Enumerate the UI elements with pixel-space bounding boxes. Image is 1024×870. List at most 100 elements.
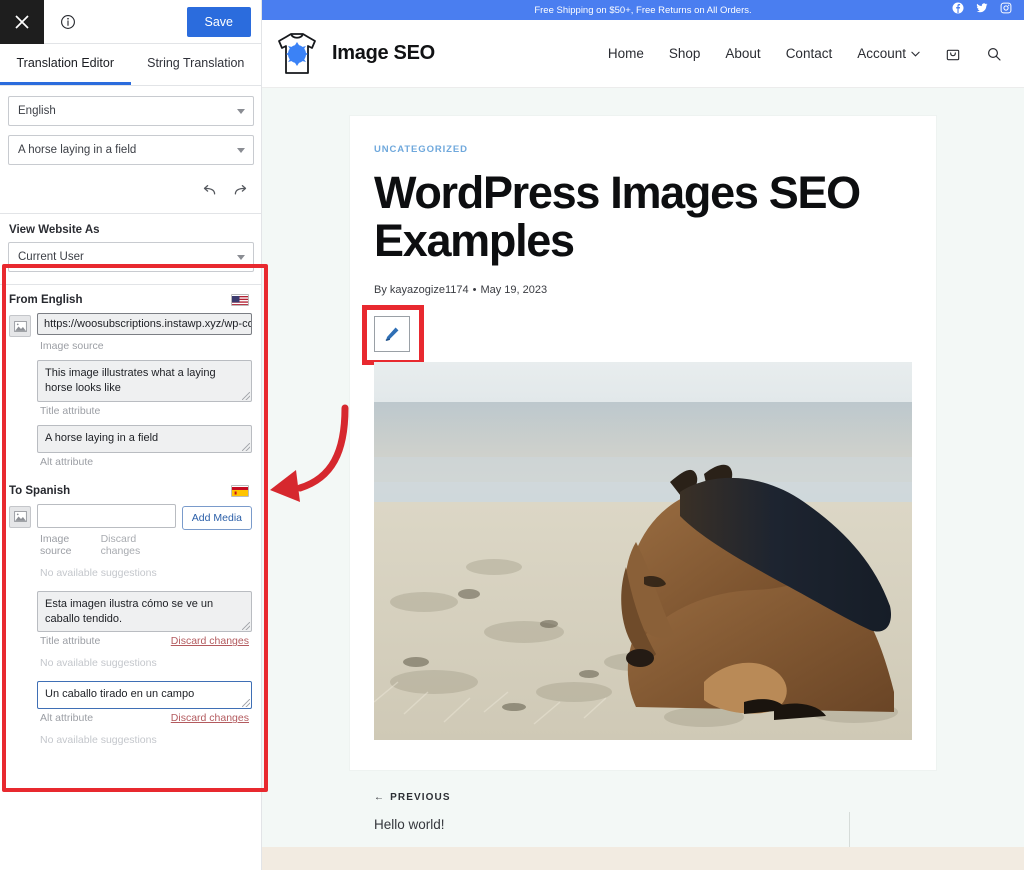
target-language-header: To Spanish — [0, 476, 261, 502]
source-title-attribute-label: Title attribute — [40, 404, 101, 417]
undo-icon[interactable] — [201, 182, 218, 204]
redo-icon[interactable] — [232, 182, 249, 204]
chevron-down-icon — [237, 109, 245, 114]
tab-translation-editor[interactable]: Translation Editor — [0, 44, 131, 85]
facebook-icon[interactable] — [952, 1, 964, 19]
source-language-heading: From English — [9, 294, 83, 306]
target-image-source-meta: Image source Discard changes — [0, 530, 261, 557]
target-alt-attribute-input[interactable]: Un caballo tirado en un campo — [37, 681, 252, 710]
nav-item-shop[interactable]: Shop — [669, 46, 701, 61]
tab-string-translation[interactable]: String Translation — [131, 44, 262, 85]
instagram-icon[interactable] — [1000, 1, 1012, 19]
target-alt-suggestion: No available suggestions — [40, 734, 157, 747]
pencil-edit-icon[interactable] — [374, 316, 410, 353]
byline-separator: • — [472, 284, 477, 297]
social-links — [952, 1, 1012, 19]
chevron-down-icon — [237, 255, 245, 260]
nav-item-home[interactable]: Home — [608, 46, 644, 61]
es-flag-icon — [231, 484, 249, 497]
image-placeholder-icon — [9, 315, 31, 337]
history-controls — [0, 180, 261, 213]
promo-topbar: Free Shipping on $50+, Free Returns on A… — [262, 0, 1024, 20]
previous-post-title[interactable]: Hello world! — [374, 817, 912, 832]
target-alt-row: Un caballo tirado en un campo — [0, 679, 261, 710]
view-website-as-label: View Website As — [9, 224, 100, 236]
previous-label-text: PREVIOUS — [390, 792, 451, 804]
brand-name: Image SEO — [332, 42, 435, 64]
previous-post-label: ← PREVIOUS — [374, 792, 912, 803]
string-select-value: A horse laying in a field — [18, 144, 137, 156]
view-website-as-value: Current User — [18, 251, 84, 263]
target-image-source-row: Add Media — [0, 502, 261, 530]
target-language-block: To Spanish Add Media Image source Discar… — [0, 476, 261, 757]
page-title: WordPress Images SEO Examples — [374, 167, 861, 266]
target-alt-meta: Alt attribute Discard changes — [0, 709, 261, 724]
view-website-as-section: View Website As Current User — [0, 214, 261, 284]
target-title-meta: Title attribute Discard changes — [0, 632, 261, 647]
source-title-attribute-input[interactable]: This image illustrates what a laying hor… — [37, 360, 252, 402]
post-navigation: ← PREVIOUS Hello world! — [350, 792, 936, 855]
post-byline: By kayazogize1174 • May 19, 2023 — [374, 284, 912, 296]
target-title-suggestion: No available suggestions — [40, 657, 157, 670]
edit-image-area — [362, 305, 912, 366]
shopping-bag-icon[interactable] — [945, 46, 961, 62]
target-language-heading: To Spanish — [9, 484, 71, 497]
post-author[interactable]: kayazogize1174 — [390, 284, 469, 296]
nav-item-contact[interactable]: Contact — [786, 46, 833, 61]
target-alt-attribute-label: Alt attribute — [40, 712, 94, 725]
translation-editor-sidebar: Save Translation Editor String Translati… — [0, 0, 268, 870]
sidebar-toolbar: Save — [0, 0, 261, 44]
source-alt-attribute-label: Alt attribute — [40, 455, 94, 468]
target-title-attribute-label: Title attribute — [40, 635, 101, 648]
source-image-source-input[interactable]: https://woosubscriptions.instawp.xyz/wp-… — [37, 313, 252, 335]
target-image-source-input[interactable] — [37, 503, 176, 528]
post-featured-image — [374, 362, 912, 741]
target-title-attribute-input[interactable]: Esta imagen ilustra cómo se ve un caball… — [37, 590, 252, 633]
target-alt-discard[interactable]: Discard changes — [171, 712, 249, 724]
twitter-icon[interactable] — [976, 1, 988, 19]
language-select-value: English — [18, 105, 56, 117]
sidebar-tabs: Translation Editor String Translation — [0, 44, 261, 86]
language-controls: English A horse laying in a field — [0, 86, 261, 180]
nav-item-about[interactable]: About — [725, 46, 760, 61]
source-alt-row: A horse laying in a field — [0, 417, 261, 453]
footer-strip — [262, 847, 1024, 870]
string-select[interactable]: A horse laying in a field — [8, 135, 254, 165]
site-header: Image SEO Home Shop About Contact Accoun… — [262, 20, 1024, 88]
post-article: UNCATEGORIZED WordPress Images SEO Examp… — [350, 116, 936, 771]
source-title-row: This image illustrates what a laying hor… — [0, 352, 261, 402]
primary-nav: Home Shop About Contact Account — [608, 46, 1002, 62]
source-language-header: From English — [0, 285, 261, 311]
add-media-button[interactable]: Add Media — [181, 505, 252, 530]
target-title-discard[interactable]: Discard changes — [171, 635, 249, 647]
target-image-source-label: Image source — [40, 532, 72, 557]
source-title-meta: Title attribute — [0, 402, 261, 417]
language-select[interactable]: English — [8, 96, 254, 126]
save-button[interactable]: Save — [186, 6, 251, 37]
source-image-source-row: https://woosubscriptions.instawp.xyz/wp-… — [0, 311, 261, 337]
source-alt-attribute-input[interactable]: A horse laying in a field — [37, 424, 252, 453]
us-flag-icon — [231, 294, 249, 306]
view-website-as-select[interactable]: Current User — [8, 242, 254, 272]
post-category[interactable]: UNCATEGORIZED — [374, 144, 912, 155]
source-language-block: From English https://woosubscriptions.in… — [0, 285, 261, 468]
tshirt-logo-icon — [272, 31, 322, 77]
source-image-source-meta: Image source — [0, 337, 261, 352]
website-preview: Free Shipping on $50+, Free Returns on A… — [262, 0, 1024, 870]
nav-item-account[interactable]: Account — [857, 46, 920, 61]
nav-account-label: Account — [857, 46, 906, 61]
chevron-down-icon — [911, 51, 920, 57]
chevron-down-icon — [237, 148, 245, 153]
image-placeholder-icon — [9, 505, 31, 528]
page-content: UNCATEGORIZED WordPress Images SEO Examp… — [262, 88, 1024, 855]
brand-logo-link[interactable]: Image SEO — [272, 31, 435, 77]
search-icon[interactable] — [986, 46, 1002, 62]
info-icon[interactable] — [44, 0, 92, 44]
arrow-left-icon: ← — [374, 792, 386, 804]
promo-message: Free Shipping on $50+, Free Returns on A… — [534, 4, 752, 16]
target-image-source-suggestion: No available suggestions — [40, 566, 157, 579]
target-image-source-discard[interactable]: Discard changes — [101, 533, 175, 557]
close-icon[interactable] — [0, 0, 44, 44]
source-alt-meta: Alt attribute — [0, 453, 261, 468]
byline-prefix: By — [374, 284, 387, 297]
